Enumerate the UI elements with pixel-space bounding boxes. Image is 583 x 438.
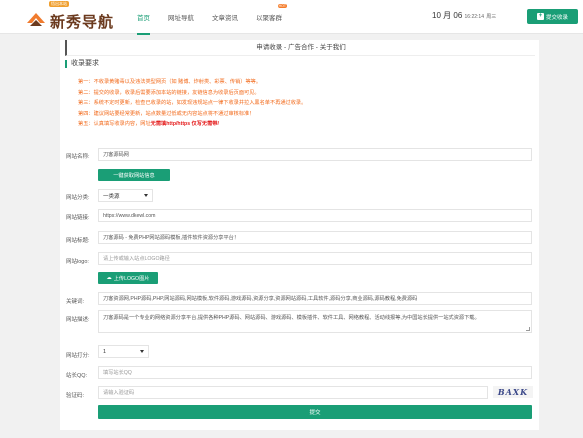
description-textarea[interactable]: 刀客源码是一个专业的网络资源分享平台,提供各种PHP源码、网站源码、游戏源码、模…	[98, 310, 532, 333]
rule-3: 第三：系统不定时更新，检查已收录的站，如发现违规站点一律下收录并拉入黑名单不再通…	[78, 100, 307, 106]
upload-logo-label: 上传LOGO图片	[113, 275, 150, 282]
captcha-input[interactable]: 请输入验证码	[98, 386, 488, 399]
nav-groups-label: 以聚客群	[256, 15, 282, 22]
chevron-down-icon	[144, 194, 148, 197]
logo-mark-icon	[27, 13, 45, 26]
month-unit: 月	[443, 11, 452, 20]
category-select[interactable]: 一类源	[98, 189, 153, 202]
page-title: 申请收录 - 广告合作 - 关于我们	[65, 40, 535, 56]
upload-logo-button[interactable]: ☁ 上传LOGO图片	[98, 272, 158, 284]
logo-label: 网站logo:	[66, 259, 89, 265]
rule-2: 第二：提交的收录，收录后需要添加本站的链接，友链信息为收录后页面可见。	[78, 89, 260, 96]
rule-5-text: 第五：认真填写收录内容，网址	[78, 121, 151, 127]
logo-input[interactable]: 请上传或输入站点LOGO路径	[98, 252, 532, 265]
nav-site-directory[interactable]: 网址导航	[168, 12, 194, 22]
section-title: 收录要求	[65, 60, 99, 68]
name-label: 网站名称:	[66, 154, 90, 160]
day: 06	[453, 11, 463, 20]
description-label: 网站描述:	[66, 317, 90, 323]
logo-badge: 悟出本站	[49, 1, 69, 7]
category-value: 一类源	[103, 193, 120, 200]
chevron-down-icon	[140, 350, 144, 353]
rating-value: 1	[103, 348, 107, 355]
keywords-input[interactable]: 刀客资源网,PHP源码,PHP,网站源码,网站模板,软件源码,游戏源码,资源分享…	[98, 292, 532, 305]
logo-text: 新秀导航	[50, 13, 115, 31]
plus-icon: +	[536, 13, 544, 20]
rules-list: 第一：不收录黄赌毒以及违法类型网页（如 赌博、炸射类、彩票、传销）等等。 第二：…	[78, 77, 538, 130]
nav-articles[interactable]: 文章资讯	[212, 12, 238, 22]
submission-card: 申请收录 - 广告合作 - 关于我们 收录要求 第一：不收录黄赌毒以及违法类型网…	[60, 40, 539, 430]
resize-handle-icon[interactable]	[526, 327, 530, 331]
qq-label: 站长QQ:	[66, 373, 88, 379]
submit-site-button[interactable]: + 提交收录	[527, 9, 578, 24]
rule-5-highlight: 无需填http/https 仅写无需带/	[150, 121, 219, 127]
nav-groups[interactable]: 以聚客群 HOT	[256, 4, 287, 22]
main-nav: 首页 网址导航 文章资讯 以聚客群 HOT	[137, 4, 300, 35]
date-display: 10 月 06 16:22:14 周三	[432, 10, 496, 21]
rule-4: 第四：建议网站要经常更新，站点数量过低或无内容站点将不通过审核标准！	[78, 110, 255, 117]
captcha-image[interactable]: BAXK	[493, 386, 533, 398]
site-title-input[interactable]: 刀客源码 - 免费PHP网站源码模板,插件软件资源分享平台！	[98, 231, 532, 244]
site-url-input[interactable]: https://www.dkewl.com	[98, 209, 532, 222]
top-header: 悟出本站 新秀导航 首页 网址导航 文章资讯 以聚客群 HOT 10 月 06 1…	[0, 0, 583, 35]
rule-1: 第一：不收录黄赌毒以及违法类型网页（如 赌博、炸射类、彩票、传销）等等。	[78, 79, 262, 85]
nav-home[interactable]: 首页	[137, 12, 150, 35]
cloud-upload-icon: ☁	[106, 275, 112, 281]
site-logo[interactable]: 悟出本站 新秀导航	[25, 1, 113, 31]
category-label: 网站分类:	[66, 195, 90, 201]
description-text: 刀客源码是一个专业的网络资源分享平台,提供各种PHP源码、网站源码、游戏源码、模…	[103, 315, 480, 321]
site-name-input[interactable]: 刀客源码网	[98, 148, 532, 161]
captcha-label: 验证码:	[66, 393, 85, 399]
weekday: 周三	[486, 14, 497, 20]
url-label: 网站链接:	[66, 215, 90, 221]
rating-label: 网站打分:	[66, 353, 90, 359]
submit-site-label: 提交收录	[545, 14, 568, 21]
qq-input[interactable]: 填写站长QQ	[98, 366, 532, 379]
rating-select[interactable]: 1	[98, 345, 149, 358]
hot-badge: HOT	[277, 4, 287, 8]
keywords-label: 关键词:	[66, 299, 85, 305]
submit-button[interactable]: 提交	[98, 405, 532, 419]
rule-5: 第五：认真填写收录内容，网址无需填http/https 仅写无需带/	[78, 119, 538, 130]
fetch-info-button[interactable]: 一键获取网站信息	[98, 169, 170, 181]
month: 10	[432, 11, 441, 20]
time: 16:22:14	[464, 14, 484, 20]
title-label: 网站标题:	[66, 238, 90, 244]
